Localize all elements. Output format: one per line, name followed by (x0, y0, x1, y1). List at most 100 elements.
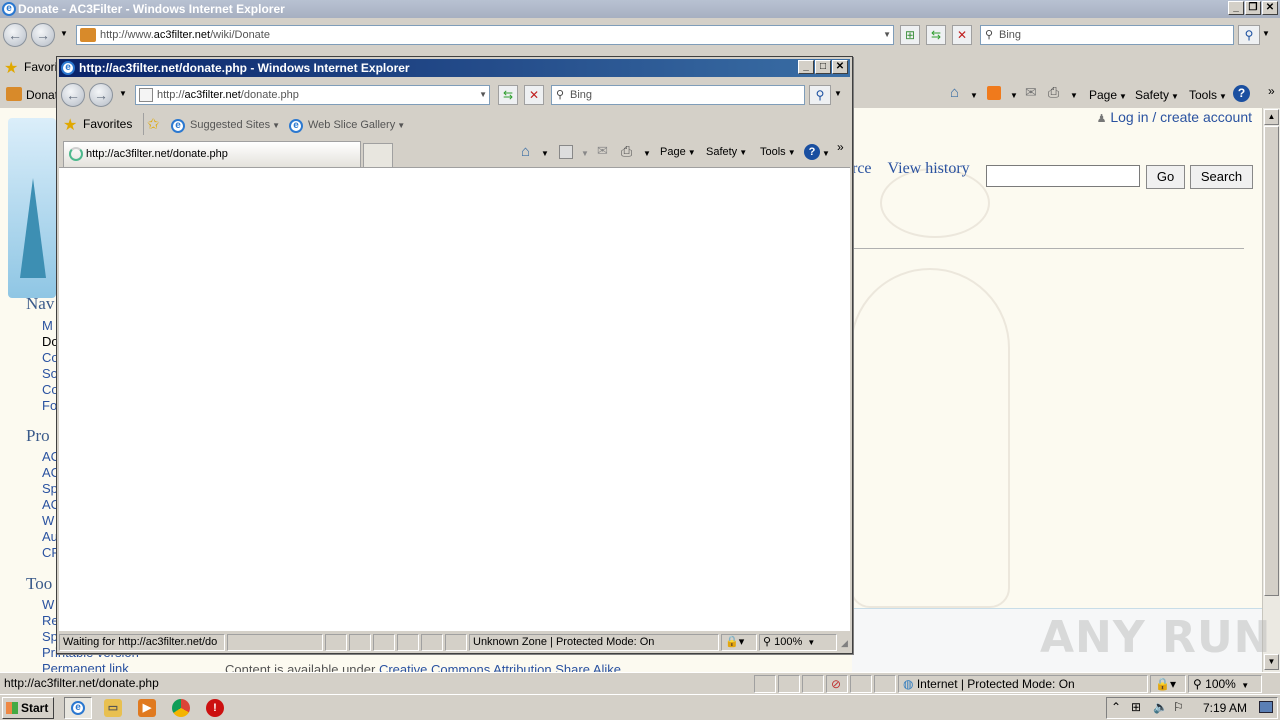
favorites-button[interactable]: Favori (24, 60, 57, 74)
popup-address-host: ac3filter.net (184, 89, 241, 101)
popup-tools-menu[interactable]: Tools ▼ (760, 146, 796, 158)
minimize-button[interactable]: _ (1228, 1, 1244, 15)
suggested-sites-button[interactable]: Suggested Sites ▼ (190, 119, 280, 131)
popup-blocked-icon[interactable]: ⊘ (826, 675, 848, 693)
outer-search-input[interactable]: ⚲ Bing (980, 25, 1234, 45)
view-history-tab[interactable]: View history (888, 160, 970, 177)
popup-safety-menu[interactable]: Safety ▼ (706, 146, 747, 158)
ac3filter-logo[interactable] (8, 118, 56, 298)
add-favorite-icon[interactable]: ✩ (147, 115, 160, 133)
chevron-more-icon[interactable]: » (1268, 84, 1275, 98)
popup-mail-icon[interactable]: ✉ (597, 143, 608, 159)
vertical-scrollbar[interactable]: ▲ ▼ (1262, 108, 1280, 672)
action-center-flag-icon[interactable]: ⚐ (1173, 700, 1184, 714)
stop-icon[interactable]: ✕ (952, 25, 972, 45)
restore-button[interactable]: ❐ (1245, 1, 1261, 15)
popup-zoom-control[interactable]: ⚲ 100% ▼ (759, 634, 837, 651)
popup-search-go-button[interactable]: ⚲ (809, 85, 831, 105)
tray-expand-icon[interactable]: ⌃ (1111, 700, 1121, 714)
popup-history-dropdown-icon[interactable]: ▼ (119, 89, 127, 98)
safety-menu[interactable]: Safety ▼ (1135, 88, 1179, 102)
popup-page-menu[interactable]: Page ▼ (660, 146, 696, 158)
popup-back-button[interactable]: ← (61, 83, 85, 107)
status-panel (325, 634, 347, 651)
popup-home-dropdown-icon[interactable]: ▼ (541, 149, 549, 158)
history-dropdown-icon[interactable]: ▼ (60, 29, 68, 38)
popup-print-icon[interactable]: ⎙ (621, 143, 632, 160)
popup-print-dropdown-icon[interactable]: ▼ (643, 149, 651, 158)
volume-icon[interactable]: 🔈 (1153, 700, 1168, 714)
wiki-search-input[interactable] (986, 165, 1140, 187)
compat-view-icon[interactable]: ⊞ (900, 25, 920, 45)
sidebar-item[interactable]: M (42, 318, 53, 333)
resize-grip-icon[interactable]: ◢ (841, 638, 848, 649)
popup-minimize-button[interactable]: _ (798, 60, 814, 74)
taskbar-ie-button[interactable]: e (64, 697, 92, 719)
zoom-control[interactable]: ⚲ 100% ▼ (1188, 675, 1262, 693)
tools-menu[interactable]: Tools ▼ (1189, 88, 1227, 102)
outer-window-title: Donate - AC3Filter - Windows Internet Ex… (18, 2, 285, 16)
scroll-up-arrow[interactable]: ▲ (1264, 109, 1279, 125)
search-go-button[interactable]: ⚲ (1238, 25, 1260, 45)
popup-refresh-icon[interactable]: ⇆ (498, 85, 518, 105)
media-player-icon[interactable]: ▶ (138, 699, 156, 717)
chrome-icon[interactable] (172, 699, 190, 717)
forward-button[interactable]: → (31, 23, 55, 47)
popup-help-dropdown-icon[interactable]: ▼ (822, 149, 830, 158)
new-tab-button[interactable] (363, 143, 393, 167)
popup-address-bar[interactable]: http://ac3filter.net/donate.php ▼ (135, 85, 490, 105)
refresh-icon[interactable]: ⇆ (926, 25, 946, 45)
outer-tab[interactable]: Donat (26, 88, 58, 102)
network-icon[interactable]: ⊞ (1131, 700, 1141, 714)
mail-icon[interactable]: ✉ (1025, 84, 1037, 101)
opera-icon[interactable]: ! (206, 699, 224, 717)
popup-favorites-button[interactable]: Favorites (83, 117, 132, 131)
popup-search-options-icon[interactable]: ▼ (834, 89, 842, 98)
sidebar-item[interactable]: Fo (42, 398, 57, 413)
permanent-link[interactable]: Permanent link (42, 661, 129, 672)
address-dropdown-icon[interactable]: ▼ (883, 26, 891, 44)
footer-license-link[interactable]: Creative Commons Attribution Share Alike (379, 662, 621, 672)
popup-feeds-dropdown-icon[interactable]: ▼ (581, 149, 589, 158)
status-panel (778, 675, 800, 693)
view-source-tab[interactable]: rce (852, 160, 872, 177)
show-desktop-icon[interactable] (1259, 701, 1273, 713)
help-icon[interactable]: ? (1233, 85, 1250, 102)
popup-close-button[interactable]: ✕ (832, 60, 848, 74)
popup-address-dropdown-icon[interactable]: ▼ (479, 86, 487, 104)
feeds-icon[interactable] (987, 86, 1001, 100)
back-button[interactable]: ← (3, 23, 27, 47)
login-link[interactable]: ♟ Log in / create account (1097, 109, 1252, 125)
popup-help-icon[interactable]: ? (804, 144, 820, 160)
web-slice-gallery-button[interactable]: Web Slice Gallery ▼ (308, 119, 405, 131)
home-dropdown-icon[interactable]: ▼ (970, 91, 978, 100)
popup-security-zone[interactable]: Unknown Zone | Protected Mode: On (469, 634, 719, 651)
security-zone[interactable]: ◍ Internet | Protected Mode: On (898, 675, 1148, 693)
search-button[interactable]: Search (1190, 165, 1253, 189)
popup-search-input[interactable]: ⚲ Bing (551, 85, 805, 105)
popup-forward-button[interactable]: → (89, 83, 113, 107)
sidebar-item[interactable]: W (42, 597, 54, 612)
protected-mode-icon[interactable]: 🔒▾ (1150, 675, 1186, 693)
start-button[interactable]: Start (2, 697, 54, 719)
popup-home-icon[interactable]: ⌂ (521, 143, 530, 160)
feeds-dropdown-icon[interactable]: ▼ (1010, 91, 1018, 100)
popup-maximize-button[interactable]: □ (815, 60, 831, 74)
home-icon[interactable]: ⌂ (950, 84, 959, 101)
print-dropdown-icon[interactable]: ▼ (1070, 91, 1078, 100)
clock[interactable]: 7:19 AM (1203, 701, 1247, 715)
print-icon[interactable]: ⎙ (1048, 84, 1059, 101)
popup-tab-active[interactable]: http://ac3filter.net/donate.php (63, 141, 361, 167)
scroll-thumb[interactable] (1264, 126, 1279, 596)
popup-stop-icon[interactable]: ✕ (524, 85, 544, 105)
close-button[interactable]: ✕ (1262, 1, 1278, 15)
popup-protected-mode-icon[interactable]: 🔒▾ (721, 634, 757, 651)
popup-chevron-more-icon[interactable]: » (837, 140, 844, 154)
sidebar-item[interactable]: W (42, 513, 54, 528)
outer-address-bar[interactable]: http://www.ac3filter.net/wiki/Donate ▼ (76, 25, 894, 45)
explorer-icon[interactable]: ▭ (104, 699, 122, 717)
page-menu[interactable]: Page ▼ (1089, 88, 1127, 102)
go-button[interactable]: Go (1146, 165, 1185, 189)
search-options-icon[interactable]: ▼ (1262, 29, 1270, 38)
popup-feeds-icon[interactable] (559, 145, 573, 159)
